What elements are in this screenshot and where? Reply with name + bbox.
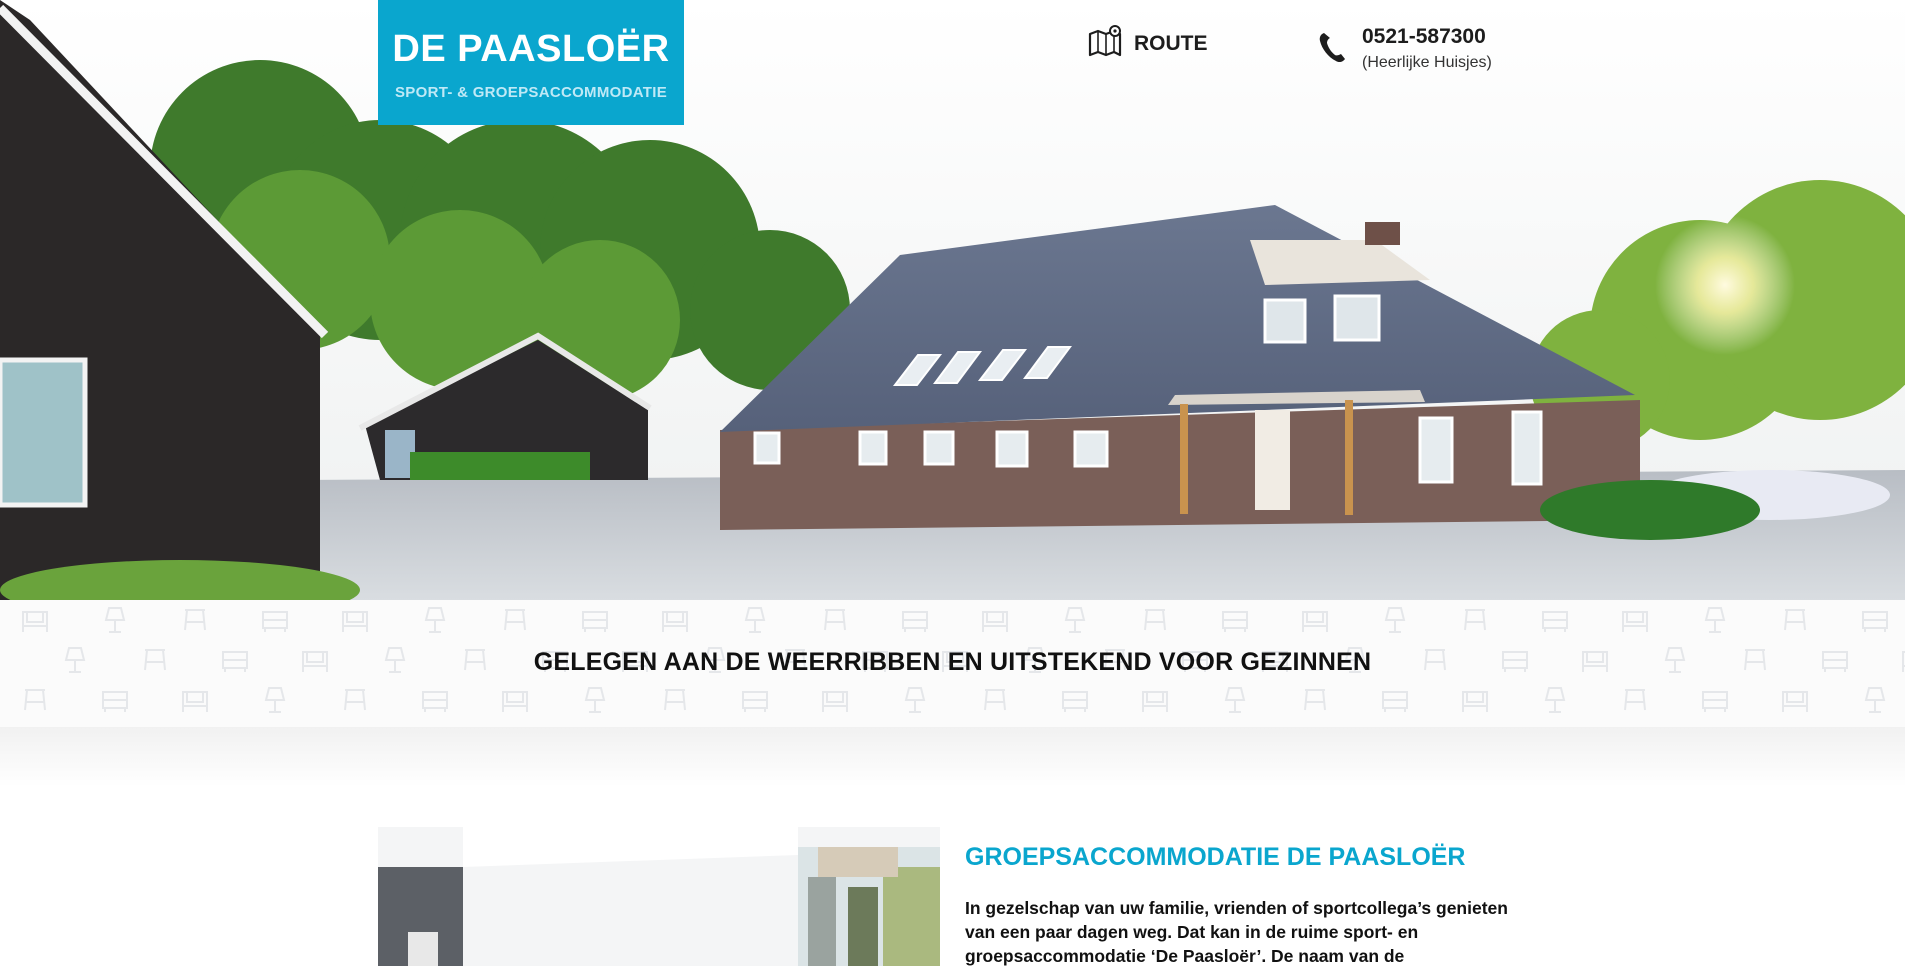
logo-subtitle: SPORT- & GROEPSACCOMMODATIE	[395, 84, 667, 101]
section-divider	[0, 727, 1905, 787]
interior-photo	[378, 827, 940, 966]
phone-icon	[1318, 30, 1348, 69]
map-icon	[1088, 25, 1122, 62]
logo-title: DE PAASLOËR	[392, 28, 670, 70]
tagline-band: GELEGEN AAN DE WEERRIBBEN EN UITSTEKEND …	[0, 600, 1905, 727]
intro-text: In gezelschap van uw familie, vrienden o…	[965, 898, 1508, 966]
intro-heading: GROEPSACCOMMODATIE DE PAASLOËR	[965, 843, 1466, 871]
route-link[interactable]: ROUTE	[1088, 25, 1208, 62]
phone-note: (Heerlijke Huisjes)	[1362, 54, 1492, 71]
hero-image	[0, 0, 1905, 600]
route-label: ROUTE	[1134, 31, 1208, 55]
phone-contact[interactable]: 0521-587300 (Heerlijke Huisjes)	[1318, 24, 1492, 72]
tagline-text: GELEGEN AAN DE WEERRIBBEN EN UITSTEKEND …	[533, 648, 1372, 676]
phone-number[interactable]: 0521-587300	[1362, 24, 1492, 50]
site-logo[interactable]: DE PAASLOËR SPORT- & GROEPSACCOMMODATIE	[378, 0, 684, 125]
